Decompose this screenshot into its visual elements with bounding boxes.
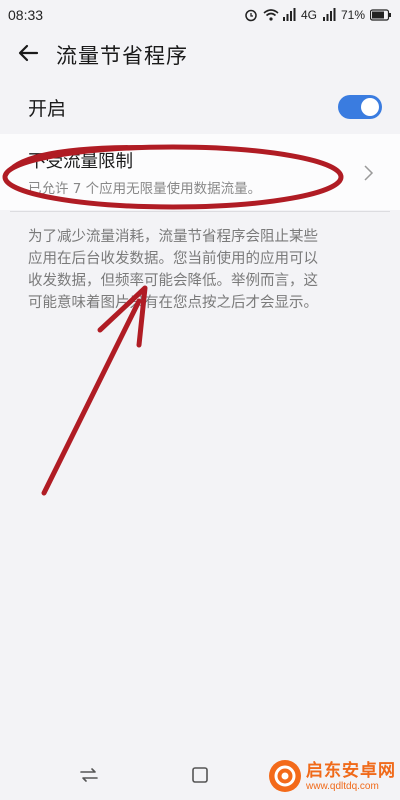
signal-icon xyxy=(282,8,296,22)
description-line: 收发数据，但频率可能会降低。举例而言，这 xyxy=(28,273,318,289)
description-line: 应用在后台收发数据。您当前使用的应用可以 xyxy=(28,251,318,267)
arrow-left-icon xyxy=(17,42,39,68)
status-bar: 08:33 4G 71% xyxy=(0,0,400,30)
battery-icon xyxy=(369,8,392,22)
recents-switch-icon[interactable] xyxy=(76,762,102,788)
watermark: 启东安卓网 www.qdltdq.com xyxy=(268,756,398,796)
toggle-label: 开启 xyxy=(28,97,67,120)
watermark-logo-icon xyxy=(268,759,302,793)
network-type: 4G xyxy=(300,8,317,22)
app-bar: 流量节省程序 xyxy=(0,30,400,80)
status-time: 08:33 xyxy=(8,7,44,23)
page-title: 流量节省程序 xyxy=(56,44,188,68)
screen: 08:33 4G 71% 流量节省程序 开启 不受流量限制 已允许 7 个应用无… xyxy=(0,0,400,800)
annotation-arrow-shaft xyxy=(41,298,142,496)
data-saver-toggle-row[interactable]: 开启 xyxy=(0,82,400,132)
unrestricted-data-item[interactable]: 不受流量限制 已允许 7 个应用无限量使用数据流量。 xyxy=(0,134,400,210)
alarm-icon xyxy=(244,8,258,22)
chevron-right-icon xyxy=(362,164,374,182)
description-line: 可能意味着图片只有在您点按之后才会显示。 xyxy=(28,295,318,311)
switch-knob xyxy=(361,98,379,116)
signal-icon xyxy=(322,8,336,22)
battery-level: 71% xyxy=(340,8,365,22)
wifi-icon xyxy=(263,8,279,22)
data-saver-switch[interactable] xyxy=(338,95,382,119)
unrestricted-data-subtitle: 已允许 7 个应用无限量使用数据流量。 xyxy=(28,181,262,197)
watermark-url: www.qdltdq.com xyxy=(306,780,379,792)
description-line: 为了减少流量消耗，流量节省程序会阻止某些 xyxy=(28,229,318,245)
unrestricted-data-title: 不受流量限制 xyxy=(28,152,133,172)
data-saver-description: 为了减少流量消耗，流量节省程序会阻止某些 应用在后台收发数据。您当前使用的应用可… xyxy=(28,226,378,314)
home-square-icon[interactable] xyxy=(187,762,213,788)
divider xyxy=(10,211,390,212)
watermark-title: 启东安卓网 xyxy=(306,760,396,781)
back-button[interactable] xyxy=(0,30,56,80)
